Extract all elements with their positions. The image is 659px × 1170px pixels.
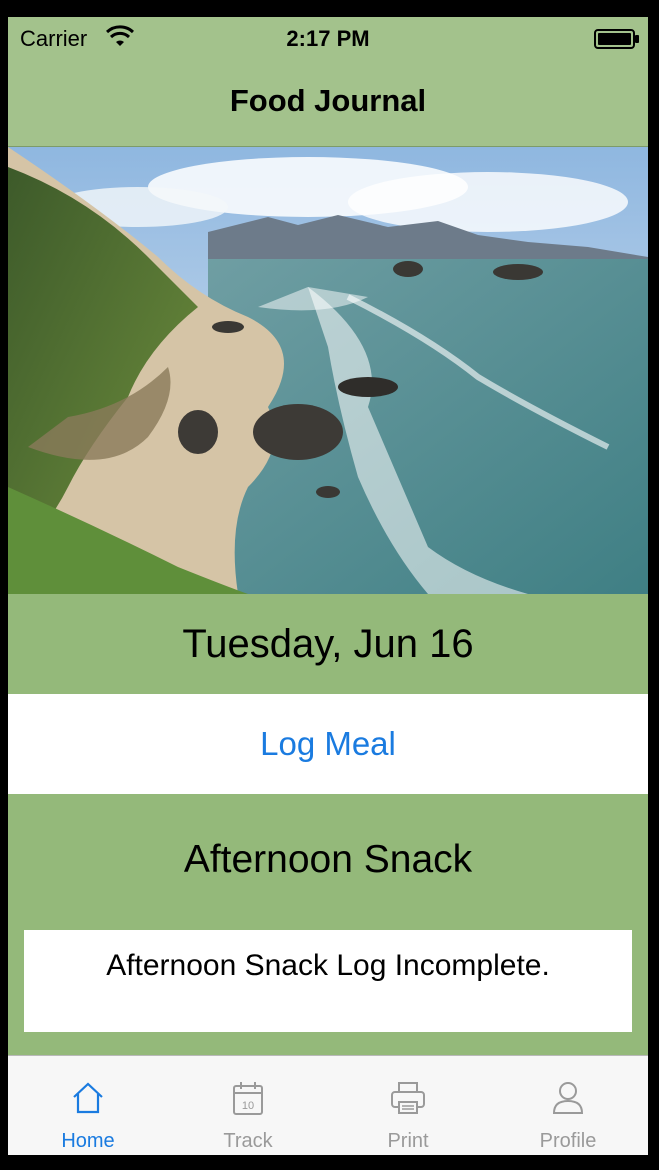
tab-home[interactable]: Home bbox=[8, 1056, 168, 1155]
coastal-landscape-photo bbox=[8, 147, 648, 594]
tab-track-label: Track bbox=[223, 1130, 273, 1152]
tab-profile-label: Profile bbox=[539, 1130, 597, 1152]
person-icon bbox=[552, 1082, 584, 1114]
meal-status-text: Afternoon Snack Log Incomplete. bbox=[106, 949, 550, 982]
calendar-icon: 10 bbox=[233, 1082, 263, 1115]
tab-bar: Home 10 Track Print Profile bbox=[8, 1055, 648, 1155]
date-header: Tuesday, Jun 16 bbox=[8, 594, 648, 694]
tab-print-label: Print bbox=[387, 1130, 429, 1152]
tab-profile[interactable]: Profile bbox=[488, 1056, 648, 1155]
navigation-bar: Carrier 2:17 PM Food Journal bbox=[8, 17, 648, 147]
status-time: 2:17 PM bbox=[286, 26, 370, 51]
meal-title: Afternoon Snack bbox=[183, 838, 473, 881]
battery-icon bbox=[594, 29, 639, 49]
tab-print[interactable]: Print bbox=[328, 1056, 488, 1155]
tab-home-label: Home bbox=[61, 1130, 115, 1152]
app-screen: Carrier 2:17 PM Food Journal Tuesday, Ju… bbox=[8, 17, 648, 1155]
home-icon bbox=[73, 1082, 103, 1114]
meal-section: Afternoon Snack Afternoon Snack Log Inco… bbox=[8, 794, 648, 1056]
printer-icon bbox=[391, 1082, 425, 1114]
page-title: Food Journal bbox=[229, 83, 427, 118]
meal-status-card: Afternoon Snack Log Incomplete. bbox=[24, 930, 632, 1032]
tab-track[interactable]: 10 Track bbox=[168, 1056, 328, 1155]
log-meal-button[interactable]: Log Meal bbox=[8, 694, 648, 794]
log-meal-label[interactable]: Log Meal bbox=[8, 725, 648, 763]
svg-text:10: 10 bbox=[242, 1100, 254, 1112]
date-label: Tuesday, Jun 16 bbox=[182, 622, 474, 666]
status-bar: Carrier 2:17 PM bbox=[8, 17, 648, 63]
